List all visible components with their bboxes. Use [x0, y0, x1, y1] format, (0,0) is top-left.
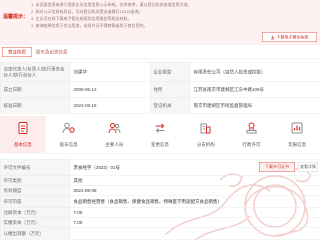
module-label: 变更信息	[150, 142, 169, 147]
module-nav: 基本信息 股东信息 主要人员 变更信息 分支机构 行政许可 年报信息	[0, 116, 320, 154]
field-label: 登记机关	[150, 97, 191, 114]
module-annual-reports[interactable]: 年报信息	[274, 116, 320, 153]
field-value: 食品销售经营者（食品销售、保健食品销售、特殊医学用途配方食品销售）	[70, 195, 320, 208]
report-icon	[291, 122, 303, 134]
notice-line: 4. 查询结果仅用于合法用途，未经许可不得转载或用于商业目的。	[31, 23, 148, 29]
field-label: 核准日期	[0, 97, 71, 114]
download-permit-button[interactable]: 下载许可证书	[259, 162, 295, 172]
notice-line: 2. 如对公示信息有异议，可向登记机关提出或拨打12315咨询。	[31, 9, 143, 15]
table-row: 有效期自 2021-05-08	[0, 185, 320, 196]
table-row: 许可类别 其他	[0, 175, 320, 186]
module-shareholders[interactable]: 股东信息	[46, 116, 92, 153]
notice-line: 3. 企业可在线下载电子营业执照及信用报告等相关材料。	[31, 16, 132, 22]
license-table: 法定代表人/负责人/执行事务合伙人/执行合伙人 刘建华 企业类型 有限责任公司（…	[0, 62, 320, 114]
table-row: 成立日期 2008-05-12 住所 江苏省南京市建邺区江东中路108号	[0, 81, 320, 98]
field-label: 成立日期	[0, 81, 71, 98]
module-basic-info[interactable]: 基本信息	[0, 116, 46, 153]
module-changes[interactable]: 变更信息	[137, 116, 183, 153]
field-label: 许可类别	[0, 175, 71, 186]
module-label: 行政许可	[242, 142, 261, 147]
field-label: 认缴出资额（万元）	[0, 227, 71, 240]
building-icon	[200, 123, 211, 134]
field-value: 江苏省南京市建邺区江东中路108号	[190, 81, 320, 98]
field-value: 其他	[70, 175, 320, 186]
field-value	[70, 227, 320, 240]
field-value: 2021-05-08	[70, 185, 320, 196]
table-row: 法定代表人/负责人/执行事务合伙人/执行合伙人 刘建华 企业类型 有限责任公司（…	[0, 62, 320, 82]
field-label: 实缴资本（万元）	[0, 217, 71, 228]
field-label: 许可内容	[0, 195, 71, 208]
module-label: 主要人员	[105, 142, 124, 147]
field-label: 住所	[150, 81, 191, 98]
table-row: 实缴资本（万元） 7.00	[0, 217, 320, 228]
module-permits[interactable]: 行政许可	[229, 116, 275, 153]
view-details-button[interactable]: 查看详情	[298, 162, 318, 172]
notice-line: 1. 本页面信息来源于国家企业信用信息公示系统，仅供参考，请以登记机关核准信息为…	[31, 2, 192, 8]
download-icon	[271, 35, 275, 40]
module-label: 年报信息	[288, 142, 307, 147]
notice-box: 温馨提示： 1. 本页面信息来源于国家企业信用信息公示系统，仅供参考，请以登记机…	[0, 0, 320, 45]
download-license-button[interactable]: 下载电子营业执照	[262, 32, 317, 42]
field-value: 7.00	[70, 207, 320, 218]
tab-shareholders[interactable]: 股东及出资信息	[36, 47, 68, 57]
change-icon	[155, 123, 165, 133]
field-value: 2023-06-16	[70, 97, 151, 114]
field-label: 注册资本（万元）	[0, 207, 71, 218]
table-row: 核准日期 2023-06-16 登记机关 南京市建邺区市场监督管理局	[0, 97, 320, 114]
table-row: 许可内容 食品销售经营者（食品销售、保健食品销售、特殊医学用途配方食品销售）	[0, 195, 320, 208]
module-label: 分支机构	[196, 142, 215, 147]
table-row: 认缴出资额（万元）	[0, 227, 320, 240]
download-license-label: 下载电子营业执照	[276, 34, 309, 40]
module-label: 基本信息	[13, 142, 32, 147]
module-label: 股东信息	[59, 142, 78, 147]
field-value: 刘建华	[70, 62, 151, 82]
table-row: 注册资本（万元） 7.00	[0, 207, 320, 218]
module-key-personnel[interactable]: 主要人员	[91, 116, 137, 153]
tab-business-license[interactable]: 营业执照	[2, 47, 32, 57]
shareholder-icon	[62, 122, 75, 134]
field-label: 有效期自	[0, 185, 71, 196]
field-value: 南京市建邺区市场监督管理局	[190, 97, 320, 114]
module-branches[interactable]: 分支机构	[183, 116, 229, 153]
field-label: 企业类型	[150, 62, 191, 82]
notice-text: 1. 本页面信息来源于国家企业信用信息公示系统，仅供参考，请以登记机关核准信息为…	[31, 2, 256, 30]
field-label: 许可文件编号	[0, 159, 71, 176]
field-value: 7.00	[70, 217, 320, 228]
stamp-icon	[246, 122, 257, 134]
tab-bar: 营业执照 股东及出资信息	[0, 46, 320, 59]
document-icon	[18, 122, 28, 134]
field-value: 有限责任公司（自然人投资或控股）	[190, 62, 320, 82]
people-icon	[108, 123, 121, 134]
field-label: 法定代表人/负责人/执行事务合伙人/执行合伙人	[0, 62, 71, 82]
page: 温馨提示： 1. 本页面信息来源于国家企业信用信息公示系统，仅供参考，请以登记机…	[0, 0, 320, 240]
field-value: 2008-05-12	[70, 81, 151, 98]
notice-label: 温馨提示：	[3, 14, 28, 20]
